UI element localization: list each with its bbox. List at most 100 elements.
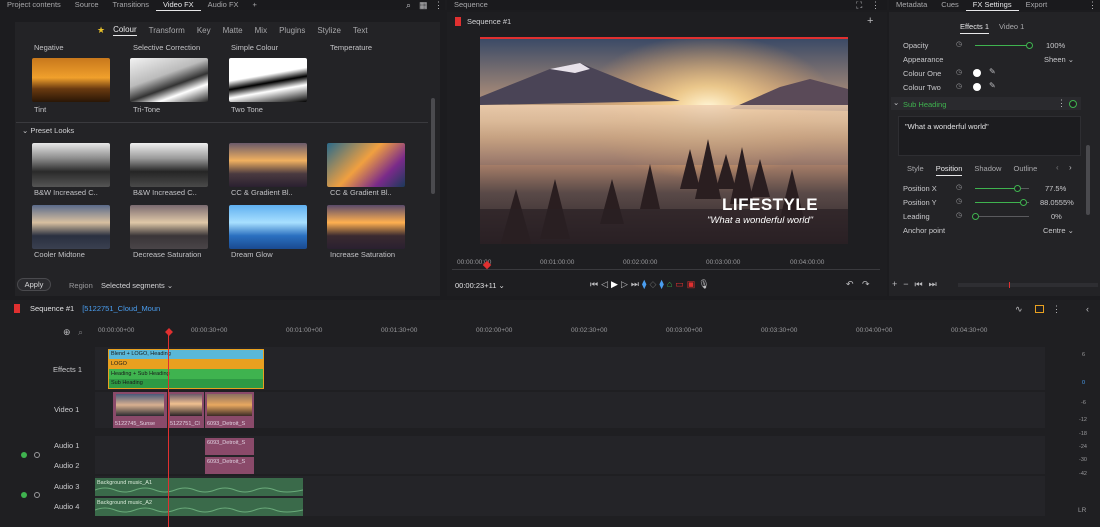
subtab-mix[interactable]: Mix [255,26,267,35]
play-icon[interactable]: ▶ [611,279,618,289]
keyframe-track[interactable] [958,282,1098,288]
tab-project-contents[interactable]: Project contents [0,0,68,10]
redo-icon[interactable]: ↷ [862,279,870,289]
mark-out-icon[interactable]: ⧫ [659,279,663,289]
anchor-point-dropdown[interactable]: Centre ⌄ [1043,226,1074,235]
step-forward-icon[interactable]: ▷ [621,279,628,289]
audio-1-2-solo-dot[interactable] [34,452,40,458]
effect-thumbnail-two-tone[interactable] [229,58,307,102]
add-keyframe-icon[interactable]: + [892,279,897,289]
video-clip[interactable]: 5122745_Sunse [113,392,167,428]
effect-thumbnail-bw-2[interactable] [130,143,208,187]
effect-thumbnail-cooler-midtone[interactable] [32,205,110,249]
add-tab-button[interactable]: + [246,0,264,10]
subtab-plugins[interactable]: Plugins [279,26,305,35]
colour-one-swatch[interactable] [973,69,981,77]
keyframe-clock-icon[interactable]: ◷ [956,197,962,207]
chevron-left-icon[interactable]: ‹ [1056,163,1059,173]
grid-view-icon[interactable]: ▦ [419,0,428,10]
collapse-panel-icon[interactable]: ‹ [1086,304,1089,314]
sub-heading-row[interactable]: ⌄ Sub Heading ⋮ [891,97,1081,110]
appearance-dropdown[interactable]: Sheen ⌄ [1044,55,1074,64]
position-x-value[interactable]: 77.5% [1045,184,1066,193]
go-to-end-icon[interactable]: ⏭ [631,279,639,289]
effect-row-blend[interactable]: Blend + LOGO, Heading [109,350,263,359]
eyedropper-icon[interactable]: ✎ [989,81,996,91]
step-back-icon[interactable]: ◁ [601,279,608,289]
favorites-star-icon[interactable]: ★ [97,25,105,36]
preset-looks-section[interactable]: ⌄ Preset Looks [22,126,74,135]
viewer-ruler[interactable]: 00:00:00:00 00:01:00:00 00:02:00:00 00:0… [452,257,880,271]
effect-thumbnail-bw-1[interactable] [32,143,110,187]
timeline-sequence-name[interactable]: Sequence #1 [30,304,74,313]
position-y-value[interactable]: 88.0555% [1040,198,1074,207]
video-clip[interactable]: 6093_Detroit_S [205,392,254,428]
enable-toggle[interactable] [1069,100,1077,108]
effect-thumbnail-increase-saturation[interactable] [327,205,405,249]
zoom-in-icon[interactable]: ⊕ [63,327,71,337]
video-preview[interactable]: LIFESTYLE "What a wonderful world" [480,37,848,244]
audio-clip[interactable]: 6093_Detroit_S [205,457,254,474]
undo-icon[interactable]: ↶ [846,279,854,289]
tab-fx-settings[interactable]: FX Settings [965,0,1019,11]
tab-shadow[interactable]: Shadow [974,164,1001,176]
effect-row-sub-heading[interactable]: Sub Heading [109,379,263,388]
leading-value[interactable]: 0% [1051,212,1062,221]
keyframe-clock-icon[interactable]: ◷ [956,68,962,78]
next-keyframe-icon[interactable]: ⏭ [929,279,937,289]
tab-export[interactable]: Export [1019,0,1055,10]
apply-button[interactable]: Apply [17,278,51,291]
previous-keyframe-icon[interactable]: ⏮ [915,279,923,289]
keyframe-clock-icon[interactable]: ◷ [956,82,962,92]
tab-transitions[interactable]: Transitions [106,0,156,10]
effect-thumbnail-tint[interactable] [32,58,110,102]
text-input[interactable]: "What a wonderful world" [898,116,1081,156]
tab-metadata[interactable]: Metadata [889,0,934,10]
effect-thumbnail-cc-gradient-1[interactable] [229,143,307,187]
tab-video-1[interactable]: Video 1 [999,22,1024,34]
overwrite-icon[interactable]: ▣ [687,279,696,289]
effects-clip[interactable]: Blend + LOGO, Heading LOGO Heading + Sub… [108,349,264,389]
subtab-stylize[interactable]: Stylize [317,26,341,35]
keyframe-clock-icon[interactable]: ◷ [956,40,962,50]
more-options-icon[interactable]: ⋮ [1057,98,1066,108]
keyframe-clock-icon[interactable]: ◷ [956,183,962,193]
add-cue-icon[interactable]: ⌂ [667,279,672,289]
tab-position[interactable]: Position [935,164,963,176]
effect-thumbnail-dream-glow[interactable] [229,205,307,249]
insert-icon[interactable]: ▭ [675,279,684,289]
remove-keyframe-icon[interactable]: − [903,279,908,289]
subtab-colour[interactable]: Colour [113,25,137,36]
audio-clip[interactable]: 6093_Detroit_S [205,438,254,455]
tab-source[interactable]: Source [68,0,106,10]
audio-3-4-enable-dot[interactable] [21,492,27,498]
search-icon[interactable]: ⌕ [406,0,411,10]
subtab-key[interactable]: Key [197,26,211,35]
opacity-value[interactable]: 100% [1046,41,1065,50]
more-options-icon[interactable]: ⋮ [871,0,880,10]
timeline-ruler[interactable]: 00:00:00+00 00:00:30+00 00:01:00+00 00:0… [95,322,1045,342]
fx-browser-scrollbar[interactable] [431,98,435,194]
zoom-search-icon[interactable]: ⌕ [78,327,83,337]
chevron-right-icon[interactable]: › [1069,163,1072,173]
mark-in-icon[interactable]: ⧫ [642,279,646,289]
more-options-icon[interactable]: ⋮ [1052,304,1061,314]
colour-two-swatch[interactable] [973,83,981,91]
keyframe-clock-icon[interactable]: ◷ [956,211,962,221]
tab-style[interactable]: Style [907,164,924,176]
leading-slider[interactable] [972,213,1029,220]
subtab-transform[interactable]: Transform [149,26,185,35]
more-options-icon[interactable]: ⋮ [434,0,443,10]
effect-thumbnail-decrease-saturation[interactable] [130,205,208,249]
eyedropper-icon[interactable]: ✎ [989,67,996,77]
position-x-slider[interactable] [975,185,1029,192]
add-marker-icon[interactable]: ◇ [649,279,656,289]
tab-outline[interactable]: Outline [1013,164,1037,176]
tab-video-fx[interactable]: Video FX [155,0,201,11]
audio-3-4-solo-dot[interactable] [34,492,40,498]
tab-effects-1[interactable]: Effects 1 [960,22,990,34]
fullscreen-icon[interactable]: ⛶ [856,0,862,10]
tab-cues[interactable]: Cues [934,0,966,10]
region-dropdown[interactable]: Selected segments ⌄ [101,281,173,290]
effect-row-logo[interactable]: LOGO [109,359,263,369]
